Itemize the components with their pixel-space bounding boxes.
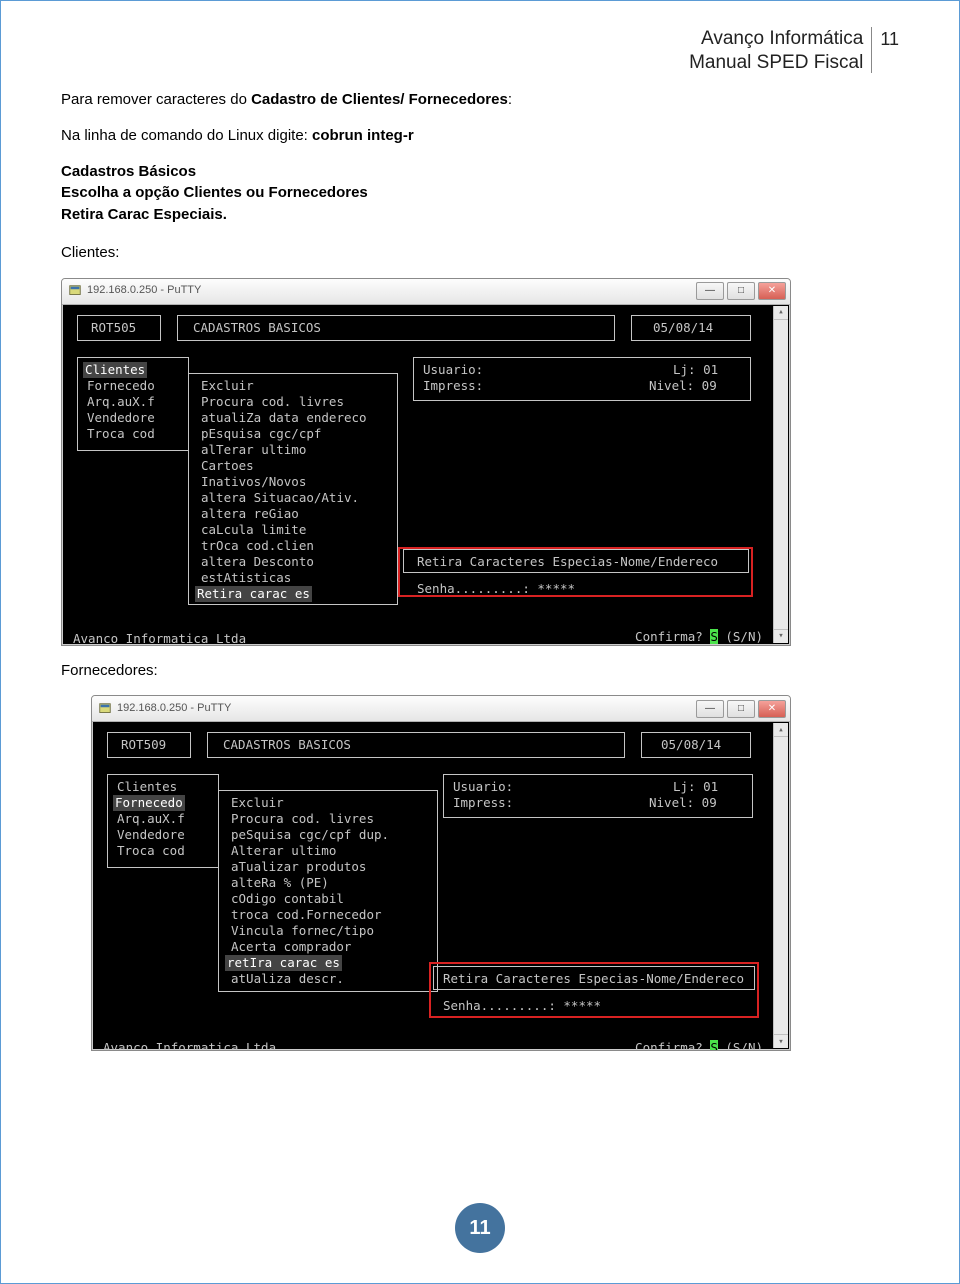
heading-retira: Retira Carac Especiais. bbox=[61, 204, 899, 226]
text-bold: cobrun integ-r bbox=[312, 127, 414, 144]
header-line2: Manual SPED Fiscal bbox=[689, 51, 863, 75]
menu-item[interactable]: Fornecedo bbox=[87, 378, 155, 394]
menu-item[interactable]: Vendedore bbox=[87, 410, 155, 426]
page-number-badge: 11 bbox=[455, 1203, 505, 1253]
minimize-button[interactable]: — bbox=[696, 282, 724, 300]
header-line1: Avanço Informática bbox=[689, 27, 863, 51]
heading-escolha: Escolha a opção Clientes ou Fornecedores bbox=[61, 182, 899, 204]
menu-item[interactable]: altera Situacao/Ativ. bbox=[201, 490, 359, 506]
menu-item[interactable]: altera Desconto bbox=[201, 554, 314, 570]
menu-item[interactable]: Procura cod. livres bbox=[231, 811, 374, 827]
text-bold: Cadastro de Clientes/ Fornecedores bbox=[251, 91, 508, 108]
popup-text: Retira Caracteres Especias-Nome/Endereco bbox=[417, 554, 718, 570]
text: : bbox=[508, 91, 512, 108]
confirm-label: Confirma? bbox=[635, 1040, 710, 1051]
lj-value: Lj: 01 bbox=[673, 362, 718, 378]
popup-text: Retira Caracteres Especias-Nome/Endereco bbox=[443, 971, 744, 987]
terminal-body[interactable]: ▴ ▾ ROT505 CADASTROS BASICOS 05/08/14 Cl… bbox=[62, 305, 790, 645]
putty-icon bbox=[98, 702, 112, 716]
text: Para remover caracteres do bbox=[61, 91, 251, 108]
screen-title: CADASTROS BASICOS bbox=[223, 737, 351, 753]
menu-item[interactable]: Procura cod. livres bbox=[201, 394, 344, 410]
senha-field[interactable]: Senha.........: ***** bbox=[417, 581, 575, 597]
menu-item[interactable]: peSquisa cgc/cpf dup. bbox=[231, 827, 389, 843]
rot-label: ROT509 bbox=[121, 737, 166, 753]
window-titlebar[interactable]: 192.168.0.250 - PuTTY — □ ✕ bbox=[92, 696, 790, 722]
menu-item[interactable]: atualiZa data endereco bbox=[201, 410, 367, 426]
menu-item[interactable]: Troca cod bbox=[87, 426, 155, 442]
date-label: 05/08/14 bbox=[661, 737, 721, 753]
menu-item[interactable]: Arq.auX.f bbox=[117, 811, 185, 827]
window-titlebar[interactable]: 192.168.0.250 - PuTTY — □ ✕ bbox=[62, 279, 790, 305]
menu-item[interactable]: Arq.auX.f bbox=[87, 394, 155, 410]
menu-item[interactable]: pEsquisa cgc/cpf bbox=[201, 426, 321, 442]
menu-item-selected[interactable]: Retira carac es bbox=[195, 586, 312, 602]
terminal-footer: Avanco Informatica Ltda bbox=[73, 631, 246, 646]
putty-window-fornecedores: 192.168.0.250 - PuTTY — □ ✕ ▴ ▾ ROT509 C… bbox=[91, 695, 791, 1051]
impress-label: Impress: bbox=[423, 378, 483, 394]
menu-item[interactable]: Acerta comprador bbox=[231, 939, 351, 955]
close-button[interactable]: ✕ bbox=[758, 700, 786, 718]
confirm-value[interactable]: S bbox=[710, 1040, 718, 1051]
header-page-number: 11 bbox=[880, 27, 899, 50]
senha-field[interactable]: Senha.........: ***** bbox=[443, 998, 601, 1014]
menu-item[interactable]: altera reGiao bbox=[201, 506, 299, 522]
menu-item[interactable]: atUaliza descr. bbox=[231, 971, 344, 987]
usuario-label: Usuario: bbox=[423, 362, 483, 378]
nivel-value: Nivel: 09 bbox=[649, 795, 717, 811]
header-separator bbox=[871, 27, 872, 73]
doc-body: Para remover caracteres do Cadastro de C… bbox=[61, 89, 899, 1051]
rot-label: ROT505 bbox=[91, 320, 136, 336]
menu-item-selected[interactable]: Fornecedo bbox=[113, 795, 185, 811]
menu-item[interactable]: cOdigo contabil bbox=[231, 891, 344, 907]
paragraph-intro: Para remover caracteres do Cadastro de C… bbox=[61, 89, 899, 111]
menu-item[interactable]: alteRa % (PE) bbox=[231, 875, 329, 891]
nivel-value: Nivel: 09 bbox=[649, 378, 717, 394]
menu-item[interactable]: troca cod.Fornecedor bbox=[231, 907, 382, 923]
menu-item[interactable]: Excluir bbox=[201, 378, 254, 394]
paragraph-command: Na linha de comando do Linux digite: cob… bbox=[61, 125, 899, 147]
menu-item[interactable]: Cartoes bbox=[201, 458, 254, 474]
lj-value: Lj: 01 bbox=[673, 779, 718, 795]
window-title: 192.168.0.250 - PuTTY bbox=[87, 283, 201, 299]
confirm-value[interactable]: S bbox=[710, 629, 718, 644]
menu-item[interactable]: Alterar ultimo bbox=[231, 843, 336, 859]
confirm-options: (S/N) bbox=[718, 1040, 763, 1051]
menu-item[interactable]: estAtisticas bbox=[201, 570, 291, 586]
menu-item[interactable]: caLcula limite bbox=[201, 522, 306, 538]
menu-item[interactable]: Inativos/Novos bbox=[201, 474, 306, 490]
menu-item[interactable]: Excluir bbox=[231, 795, 284, 811]
menu-item[interactable]: Vincula fornec/tipo bbox=[231, 923, 374, 939]
usuario-label: Usuario: bbox=[453, 779, 513, 795]
text: Na linha de comando do Linux digite: bbox=[61, 127, 312, 144]
menu-item[interactable]: trOca cod.clien bbox=[201, 538, 314, 554]
screen-title: CADASTROS BASICOS bbox=[193, 320, 321, 336]
impress-label: Impress: bbox=[453, 795, 513, 811]
close-button[interactable]: ✕ bbox=[758, 282, 786, 300]
heading-cadastros: Cadastros Básicos bbox=[61, 161, 899, 183]
terminal-body[interactable]: ▴ ▾ ROT509 CADASTROS BASICOS 05/08/14 Cl… bbox=[92, 722, 790, 1050]
confirm-label: Confirma? bbox=[635, 629, 710, 644]
maximize-button[interactable]: □ bbox=[727, 282, 755, 300]
menu-item[interactable]: Vendedore bbox=[117, 827, 185, 843]
maximize-button[interactable]: □ bbox=[727, 700, 755, 718]
menu-item[interactable]: Clientes bbox=[83, 362, 147, 378]
terminal-footer: Avanco Informatica Ltda bbox=[103, 1040, 276, 1051]
doc-header: Avanço Informática Manual SPED Fiscal 11 bbox=[689, 27, 899, 75]
confirm-options: (S/N) bbox=[718, 629, 763, 644]
menu-item-selected[interactable]: retIra carac es bbox=[225, 955, 342, 971]
menu-item[interactable]: Troca cod bbox=[117, 843, 185, 859]
menu-item[interactable]: aTualizar produtos bbox=[231, 859, 366, 875]
putty-icon bbox=[68, 284, 82, 298]
menu-item[interactable]: Clientes bbox=[117, 779, 177, 795]
minimize-button[interactable]: — bbox=[696, 700, 724, 718]
label-fornecedores: Fornecedores: bbox=[61, 660, 899, 682]
putty-window-clientes: 192.168.0.250 - PuTTY — □ ✕ ▴ ▾ ROT505 C… bbox=[61, 278, 791, 646]
label-clientes: Clientes: bbox=[61, 242, 899, 264]
window-title: 192.168.0.250 - PuTTY bbox=[117, 701, 231, 717]
date-label: 05/08/14 bbox=[653, 320, 713, 336]
section-steps: Cadastros Básicos Escolha a opção Client… bbox=[61, 161, 899, 226]
menu-item[interactable]: alTerar ultimo bbox=[201, 442, 306, 458]
